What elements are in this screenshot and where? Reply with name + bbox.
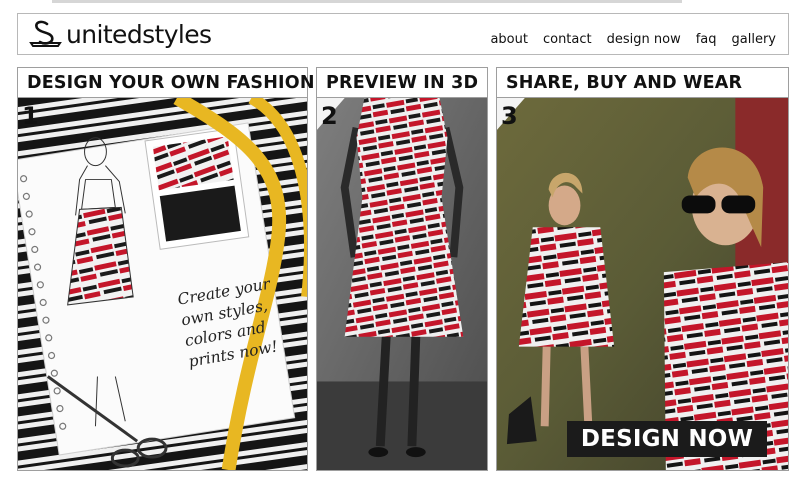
logo[interactable]: unitedstyles bbox=[28, 18, 212, 50]
nav-contact[interactable]: contact bbox=[543, 32, 592, 47]
hanger-s-icon bbox=[29, 20, 62, 47]
panel-preview[interactable]: PREVIEW IN 3D 2 bbox=[316, 67, 488, 471]
design-sketch-image: 1 Create your own styles, colors and pri… bbox=[18, 98, 307, 470]
design-now-button[interactable]: DESIGN NOW bbox=[567, 421, 767, 457]
nav-gallery[interactable]: gallery bbox=[732, 32, 776, 47]
nav-about[interactable]: about bbox=[490, 32, 528, 47]
models-illustration bbox=[497, 98, 788, 470]
main-nav: about contact design now faq gallery bbox=[490, 32, 776, 47]
nav-design-now[interactable]: design now bbox=[607, 32, 681, 47]
top-rule bbox=[52, 0, 682, 3]
site-header: unitedstyles about contact design now fa… bbox=[17, 13, 789, 55]
step-number: 1 bbox=[22, 102, 39, 130]
step-number: 3 bbox=[501, 102, 518, 130]
panel-title: DESIGN YOUR OWN FASHION bbox=[18, 68, 315, 98]
models-photo: 3 DESIGN NOW bbox=[497, 98, 788, 470]
preview-3d-image: 2 bbox=[317, 98, 487, 470]
model-3d-illustration bbox=[317, 98, 487, 470]
step-number: 2 bbox=[321, 102, 338, 130]
nav-faq[interactable]: faq bbox=[696, 32, 717, 47]
panel-title: SHARE, BUY AND WEAR bbox=[497, 68, 788, 98]
panel-share[interactable]: SHARE, BUY AND WEAR 3 DESIGN NOW bbox=[496, 67, 789, 471]
brand-name: unitedstyles bbox=[66, 19, 212, 49]
panel-design[interactable]: DESIGN YOUR OWN FASHION 1 Create your ow… bbox=[17, 67, 315, 471]
panel-title: PREVIEW IN 3D bbox=[317, 68, 487, 98]
